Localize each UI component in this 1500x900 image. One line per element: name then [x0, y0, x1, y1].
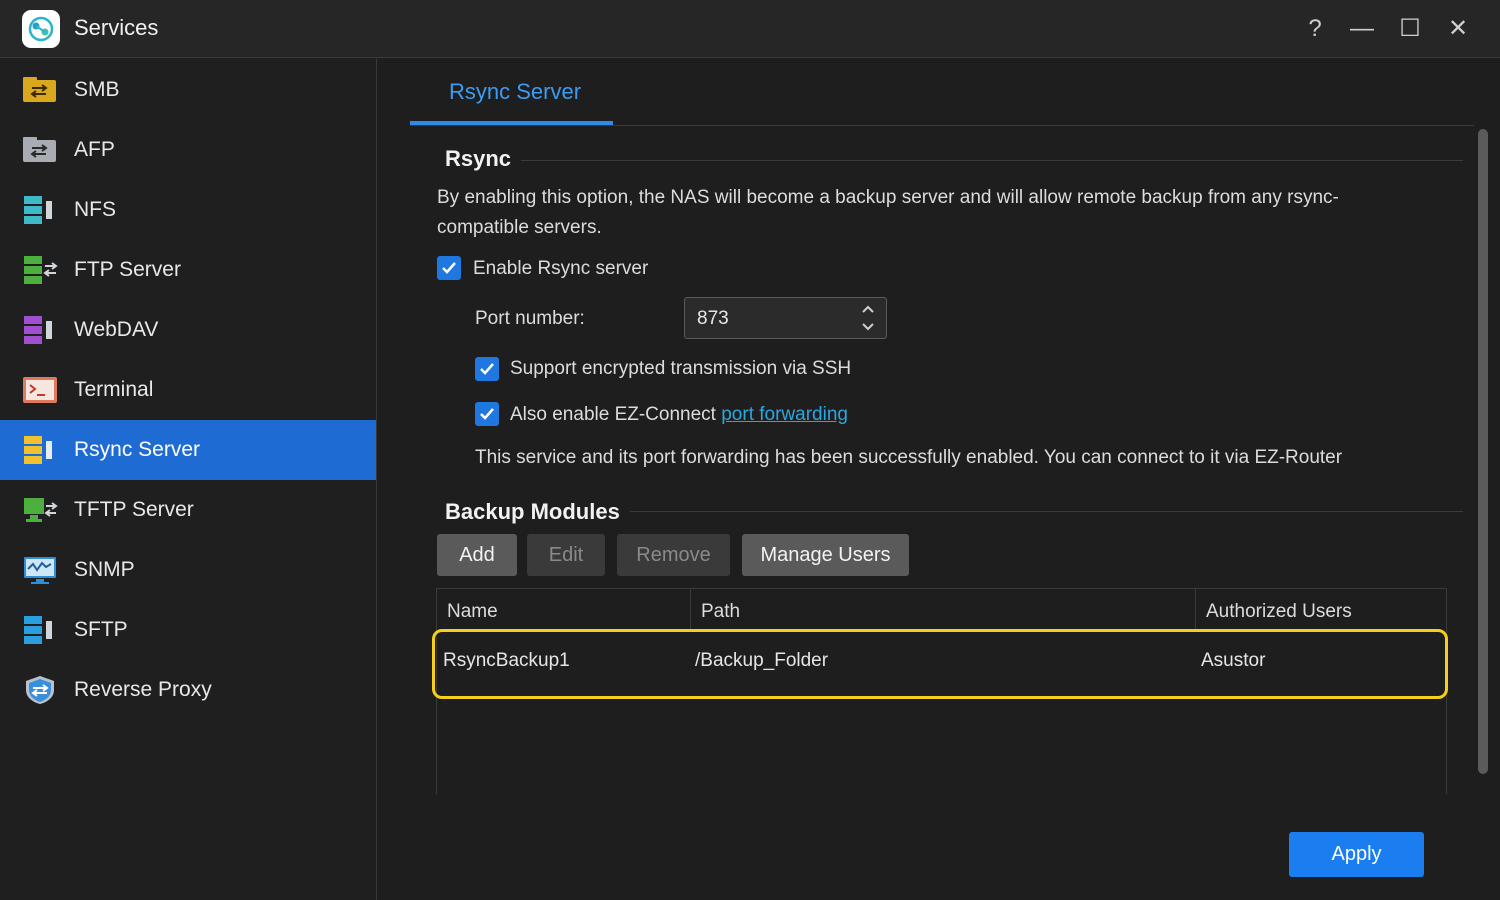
- column-header-path[interactable]: Path: [691, 589, 1196, 631]
- add-button[interactable]: Add: [437, 534, 517, 576]
- maximize-icon[interactable]: ☐: [1393, 12, 1427, 46]
- help-icon[interactable]: ?: [1298, 12, 1332, 46]
- services-app-icon: [22, 10, 60, 48]
- rsync-section-title: Rsync: [445, 146, 522, 172]
- sidebar-item-webdav[interactable]: WebDAV: [0, 300, 376, 360]
- snmp-monitor-icon: [24, 557, 56, 584]
- ezconnect-checkbox[interactable]: [475, 402, 499, 426]
- ezconnect-label: Also enable EZ-Connect port forwarding: [510, 404, 848, 426]
- afp-folder-icon: [23, 137, 56, 162]
- close-icon[interactable]: ✕: [1441, 12, 1475, 46]
- vertical-scrollbar[interactable]: [1478, 129, 1488, 774]
- sidebar-item-afp[interactable]: AFP: [0, 120, 376, 180]
- port-number-label: Port number:: [475, 308, 585, 329]
- manage-users-button[interactable]: Manage Users: [742, 534, 909, 576]
- enable-rsync-label[interactable]: Enable Rsync server: [473, 258, 648, 280]
- sidebar-item-reverse-proxy[interactable]: Reverse Proxy: [0, 660, 376, 720]
- sidebar-item-ftp-server[interactable]: FTP Server: [0, 240, 376, 300]
- ezconnect-label-text: Also enable EZ-Connect: [510, 404, 722, 425]
- row-path-cell: /Backup_Folder: [695, 650, 829, 671]
- tftp-server-icon: [24, 498, 58, 522]
- enable-rsync-checkbox[interactable]: [437, 256, 461, 280]
- port-number-value: 873: [697, 308, 729, 329]
- ftp-server-icon: [24, 256, 58, 284]
- rsync-section-line: [503, 160, 1463, 161]
- sidebar-item-sftp[interactable]: SFTP: [0, 600, 376, 660]
- terminal-icon: [23, 377, 57, 403]
- sidebar-item-nfs[interactable]: NFS: [0, 180, 376, 240]
- check-icon: [480, 363, 494, 375]
- backup-modules-title: Backup Modules: [445, 499, 630, 525]
- row-users-cell: Asustor: [1201, 650, 1266, 671]
- port-forwarding-link[interactable]: port forwarding: [721, 404, 848, 425]
- sidebar-item-snmp[interactable]: SNMP: [0, 540, 376, 600]
- check-icon: [480, 408, 494, 420]
- port-number-input[interactable]: 873: [684, 297, 887, 339]
- row-name-cell: RsyncBackup1: [443, 650, 570, 671]
- status-message: This service and its port forwarding has…: [475, 447, 1343, 468]
- sftp-server-icon: [24, 616, 52, 644]
- ssh-label[interactable]: Support encrypted transmission via SSH: [510, 358, 851, 380]
- edit-button[interactable]: Edit: [527, 534, 605, 576]
- minimize-icon[interactable]: —: [1345, 12, 1379, 46]
- sidebar-item-rsync-server[interactable]: Rsync Server: [0, 420, 376, 480]
- nfs-server-icon: [24, 196, 52, 224]
- webdav-server-icon: [24, 316, 52, 344]
- remove-button[interactable]: Remove: [617, 534, 730, 576]
- tab-rsync-server[interactable]: Rsync Server: [410, 59, 613, 125]
- sidebar-item-tftp-server[interactable]: TFTP Server: [0, 480, 376, 540]
- backup-section-line: [618, 511, 1463, 512]
- title-bar: Services ? — ☐ ✕: [0, 0, 1500, 58]
- reverse-proxy-shield-icon: [26, 676, 54, 704]
- column-header-name[interactable]: Name: [437, 589, 691, 631]
- port-stepper-icon[interactable]: [858, 302, 878, 334]
- column-header-authorized-users[interactable]: Authorized Users: [1196, 589, 1446, 631]
- rsync-server-icon: [24, 436, 52, 464]
- smb-folder-icon: [23, 77, 56, 102]
- sidebar-item-terminal[interactable]: Terminal: [0, 360, 376, 420]
- rsync-description: By enabling this option, the NAS will be…: [437, 187, 1339, 238]
- check-icon: [442, 262, 456, 274]
- sidebar: SMB AFP NFS FTP Server WebDAV Terminal R…: [0, 59, 377, 900]
- ssh-checkbox[interactable]: [475, 357, 499, 381]
- tab-divider: [410, 125, 1474, 126]
- window-title: Services: [74, 15, 159, 40]
- apply-button[interactable]: Apply: [1289, 832, 1424, 877]
- sidebar-item-smb[interactable]: SMB: [0, 60, 376, 120]
- table-row[interactable]: [432, 629, 1448, 699]
- main-panel: Rsync Server Rsync By enabling this opti…: [378, 59, 1500, 900]
